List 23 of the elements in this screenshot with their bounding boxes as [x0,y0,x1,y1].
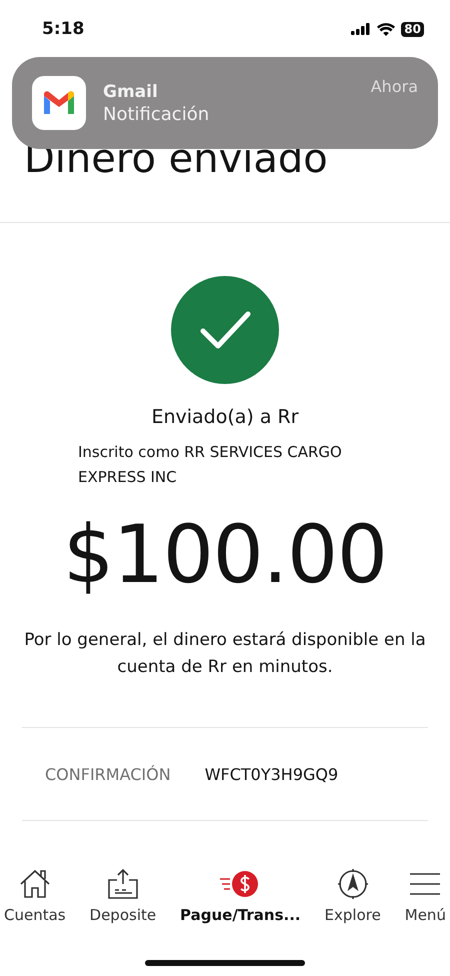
notification-time: Ahora [370,77,418,96]
recipient-text: Enviado(a) a Rr [151,406,299,428]
confirmation-number: WFCT0Y3H9GQ9 [204,764,338,784]
tab-bar-item[interactable]: Pague/Trans... [180,868,301,938]
tab-bar-item[interactable]: Explore [324,868,381,938]
house-icon [18,868,52,900]
battery-indicator: 80 [401,22,424,36]
status-time: 5:18 [42,19,84,39]
compass-icon [336,868,370,900]
tab-bar-item[interactable]: Deposite [90,868,156,938]
notification-app-name: Gmail [103,82,159,102]
success-check-icon [171,276,279,384]
mail-app-icon [32,76,86,130]
signal-icon [351,23,372,35]
tab-bar-item[interactable]: Cuentas [4,868,66,938]
availability-note: Por lo general, el dinero estará disponible en la cuenta de Rr en minutos. [23,629,427,679]
wifi-icon [377,22,396,36]
amount-text: $100.00 [63,508,387,601]
registered-name: Inscrito como RR SERVICES CARGO EXPRESS INC [77,442,343,488]
deposit-icon [106,868,140,900]
notification-message: Notificación [103,104,210,124]
tab-bar-item[interactable]: Menú [404,868,446,938]
confirmation-label: CONFIRMACIÓN [45,764,171,784]
